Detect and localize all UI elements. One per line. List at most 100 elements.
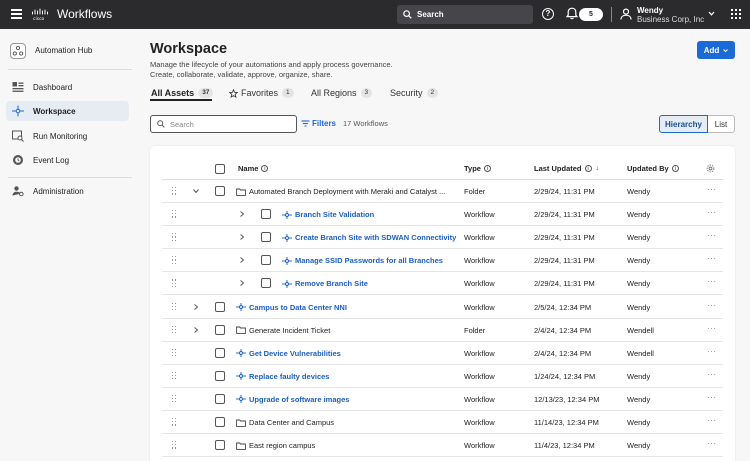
tab-all-regions[interactable]: All Regions 3: [311, 86, 373, 100]
user-name[interactable]: Wendy: [637, 6, 663, 15]
global-search[interactable]: Search: [397, 5, 533, 24]
asset-name[interactable]: Data Center and Campus: [236, 418, 334, 427]
asset-name-text[interactable]: Manage SSID Passwords for all Branches: [295, 256, 443, 265]
chevron-right-icon[interactable]: [193, 303, 199, 310]
row-checkbox[interactable]: [215, 186, 225, 196]
more-actions-icon[interactable]: ···: [707, 231, 717, 240]
row-checkbox[interactable]: [215, 440, 225, 451]
row-checkbox[interactable]: [261, 278, 271, 289]
row-checkbox[interactable]: [261, 255, 271, 266]
more-actions-icon[interactable]: ···: [707, 393, 717, 402]
table-row[interactable]: Remove Branch Site Workflow 2/29/24, 11:…: [162, 272, 723, 296]
row-checkbox[interactable]: [261, 232, 271, 243]
asset-name-text[interactable]: Create Branch Site with SDWAN Connectivi…: [295, 233, 456, 242]
sidebar-item-workspace[interactable]: Workspace: [6, 101, 129, 121]
chevron-down-icon[interactable]: [708, 10, 715, 17]
more-actions-icon[interactable]: ···: [707, 301, 717, 310]
column-header-name[interactable]: Name i: [238, 164, 269, 173]
table-row[interactable]: Get Device Vulnerabilities Workflow 2/4/…: [162, 342, 723, 365]
user-icon[interactable]: [620, 8, 632, 20]
row-checkbox[interactable]: [261, 209, 271, 220]
drag-handle-icon[interactable]: [172, 394, 176, 403]
drag-handle-icon[interactable]: [172, 210, 176, 218]
asset-name-text[interactable]: Replace faulty devices: [249, 372, 329, 381]
drag-handle-icon[interactable]: [172, 418, 176, 426]
asset-name[interactable]: Manage SSID Passwords for all Branches: [282, 256, 443, 265]
row-checkbox[interactable]: [215, 370, 225, 381]
table-row[interactable]: Automated Branch Deployment with Meraki …: [162, 180, 723, 203]
tab-favorites[interactable]: Favorites 1: [229, 86, 294, 100]
column-header-last-updated[interactable]: Last Updated i ↓: [534, 164, 599, 173]
table-row[interactable]: Manage SSID Passwords for all Branches W…: [162, 249, 723, 273]
chevron-right-icon[interactable]: [193, 326, 199, 333]
asset-name[interactable]: Campus to Data Center NNI: [236, 303, 347, 312]
drag-handle-icon[interactable]: [172, 325, 176, 334]
menu-icon[interactable]: [11, 9, 22, 19]
more-actions-icon[interactable]: ···: [707, 254, 717, 263]
asset-name[interactable]: Upgrade of software images: [236, 395, 349, 404]
asset-name[interactable]: Create Branch Site with SDWAN Connectivi…: [282, 233, 456, 242]
apps-grid-icon[interactable]: [731, 9, 741, 19]
more-actions-icon[interactable]: ···: [707, 185, 717, 194]
bell-icon[interactable]: [566, 7, 578, 20]
chevron-down-icon[interactable]: [193, 188, 199, 194]
help-icon[interactable]: ?: [542, 8, 554, 20]
chevron-right-icon[interactable]: [239, 211, 245, 217]
drag-handle-icon[interactable]: [172, 302, 176, 311]
automation-hub-icon[interactable]: [10, 43, 26, 59]
table-row[interactable]: East region campus Workflow 11/4/23, 12:…: [162, 434, 723, 458]
automation-hub-label[interactable]: Automation Hub: [35, 46, 92, 55]
asset-name-text[interactable]: Get Device Vulnerabilities: [249, 349, 341, 358]
more-actions-icon[interactable]: ···: [707, 324, 717, 333]
chevron-right-icon[interactable]: [239, 257, 245, 264]
search-input[interactable]: [170, 119, 280, 129]
drag-handle-icon[interactable]: [172, 256, 176, 264]
tab-all-assets[interactable]: All Assets 37: [151, 86, 214, 100]
table-row[interactable]: Replace faulty devices Workflow 1/24/24,…: [162, 365, 723, 388]
tab-security[interactable]: Security 2: [390, 86, 439, 100]
sidebar-item-run-monitoring[interactable]: Run Monitoring: [6, 126, 129, 146]
row-checkbox[interactable]: [215, 324, 225, 335]
more-actions-icon[interactable]: ···: [707, 277, 717, 286]
table-row[interactable]: Generate Incident Ticket Folder 2/4/24, …: [162, 319, 723, 342]
asset-name[interactable]: Get Device Vulnerabilities: [236, 349, 341, 358]
asset-name-text[interactable]: Branch Site Validation: [295, 210, 374, 219]
chevron-right-icon[interactable]: [239, 280, 245, 287]
table-row[interactable]: Campus to Data Center NNI Workflow 2/5/2…: [162, 296, 723, 319]
sidebar-item-dashboard[interactable]: Dashboard: [6, 77, 129, 97]
asset-name[interactable]: Remove Branch Site: [282, 279, 368, 288]
more-actions-icon[interactable]: ···: [707, 439, 717, 448]
asset-name-text[interactable]: Remove Branch Site: [295, 279, 368, 288]
row-checkbox[interactable]: [215, 417, 225, 427]
filters-button[interactable]: Filters: [301, 119, 336, 128]
drag-handle-icon[interactable]: [172, 233, 176, 241]
drag-handle-icon[interactable]: [172, 348, 176, 357]
drag-handle-icon[interactable]: [172, 279, 176, 287]
column-header-updated-by[interactable]: Updated By i: [627, 164, 679, 173]
list-view-button[interactable]: List: [708, 115, 735, 133]
asset-name-text[interactable]: Campus to Data Center NNI: [249, 303, 347, 312]
workspace-search[interactable]: [150, 115, 297, 133]
table-row[interactable]: Branch Site Validation Workflow 2/29/24,…: [162, 203, 723, 227]
asset-name[interactable]: East region campus: [236, 441, 315, 450]
more-actions-icon[interactable]: ···: [707, 416, 717, 425]
more-actions-icon[interactable]: ···: [707, 347, 717, 356]
drag-handle-icon[interactable]: [172, 371, 176, 380]
row-checkbox[interactable]: [215, 393, 225, 404]
column-header-type[interactable]: Type i: [464, 164, 491, 173]
sort-descending-icon[interactable]: ↓: [596, 165, 600, 172]
add-button[interactable]: Add: [697, 41, 735, 59]
asset-name[interactable]: Generate Incident Ticket: [236, 326, 330, 335]
drag-handle-icon[interactable]: [172, 187, 176, 195]
asset-name[interactable]: Branch Site Validation: [282, 210, 374, 219]
sidebar-item-administration[interactable]: Administration: [6, 181, 129, 201]
more-actions-icon[interactable]: ···: [707, 208, 717, 217]
asset-name[interactable]: Replace faulty devices: [236, 372, 329, 381]
asset-name-text[interactable]: Upgrade of software images: [249, 395, 349, 404]
table-row[interactable]: Data Center and Campus Workflow 11/14/23…: [162, 411, 723, 434]
sidebar-item-event-log[interactable]: Event Log: [6, 150, 129, 170]
chevron-right-icon[interactable]: [239, 234, 245, 241]
row-checkbox[interactable]: [215, 347, 225, 358]
table-row[interactable]: Create Branch Site with SDWAN Connectivi…: [162, 226, 723, 250]
drag-handle-icon[interactable]: [172, 441, 176, 449]
